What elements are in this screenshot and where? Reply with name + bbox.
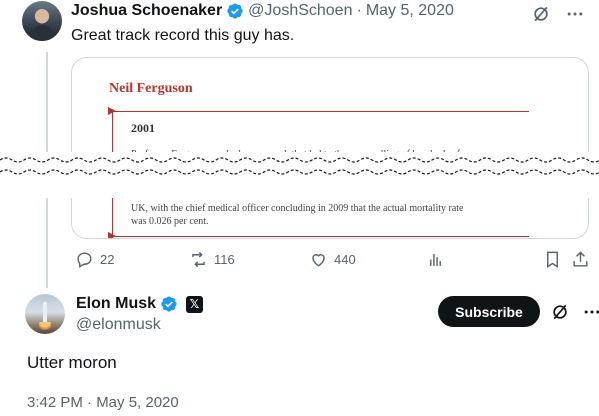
grok-icon[interactable] <box>531 4 551 24</box>
repost-count: 116 <box>214 252 235 267</box>
author-name[interactable]: Elon Musk <box>76 295 156 313</box>
subscribe-button[interactable]: Subscribe <box>438 296 540 327</box>
article-divider <box>109 111 529 112</box>
article-title: Neil Ferguson <box>109 81 193 96</box>
article-line: was 0.026 per cent. <box>131 216 209 227</box>
repost-icon <box>192 251 205 268</box>
main-tweet-author: Elon Musk 𝕏 <box>76 295 204 313</box>
main-tweet-text: Utter moron <box>27 353 117 372</box>
tweet-date[interactable]: May 5, 2020 <box>366 2 454 20</box>
quoted-tweet-header: Joshua Schoenaker @JoshSchoen · May 5, 2… <box>71 2 454 20</box>
author-handle[interactable]: @elonmusk <box>76 316 161 334</box>
separator-dot: · <box>356 2 362 19</box>
views-button[interactable] <box>426 250 445 269</box>
tweet-action-bar: 22 116 440 <box>71 250 591 274</box>
bookmark-button[interactable] <box>543 250 562 269</box>
avatar[interactable] <box>25 294 65 334</box>
like-button[interactable]: 440 <box>309 250 356 269</box>
screenshot-tear-gap <box>0 152 599 198</box>
article-image-card[interactable]: Neil Ferguson 2001 Professor Ferguson wo… <box>71 57 589 239</box>
more-options-icon[interactable] <box>565 4 585 24</box>
share-icon <box>573 251 588 267</box>
article-year: 2001 <box>131 121 155 135</box>
article-divider <box>109 236 529 237</box>
quoted-tweet-text: Great track record this guy has. <box>71 27 295 44</box>
reply-button[interactable]: 22 <box>75 250 114 269</box>
heart-icon <box>312 254 325 267</box>
tear-edge-lines <box>0 157 599 175</box>
author-handle[interactable]: @JoshSchoen <box>248 2 352 20</box>
avatar[interactable] <box>22 1 62 41</box>
author-name[interactable]: Joshua Schoenaker <box>71 2 222 20</box>
verified-badge-icon <box>226 2 244 20</box>
article-screenshot: Neil Ferguson 2001 Professor Ferguson wo… <box>72 58 588 238</box>
repost-button[interactable]: 116 <box>189 250 235 269</box>
share-button[interactable] <box>571 250 590 269</box>
tweet-timestamp[interactable]: 3:42 PM · May 5, 2020 <box>27 394 179 411</box>
analytics-icon <box>430 253 441 266</box>
grok-icon[interactable] <box>550 302 570 322</box>
reply-count: 22 <box>100 252 115 267</box>
quoted-tweet-header-actions <box>531 4 585 24</box>
verified-badge-icon <box>160 295 178 313</box>
main-tweet-header-actions <box>550 302 599 322</box>
like-count: 440 <box>334 252 356 267</box>
bookmark-icon <box>547 251 558 268</box>
x-affiliate-badge-icon: 𝕏 <box>186 295 204 313</box>
more-options-icon[interactable] <box>582 302 599 322</box>
reply-icon <box>77 252 92 268</box>
article-line: UK, with the chief medical officer concl… <box>131 203 464 214</box>
